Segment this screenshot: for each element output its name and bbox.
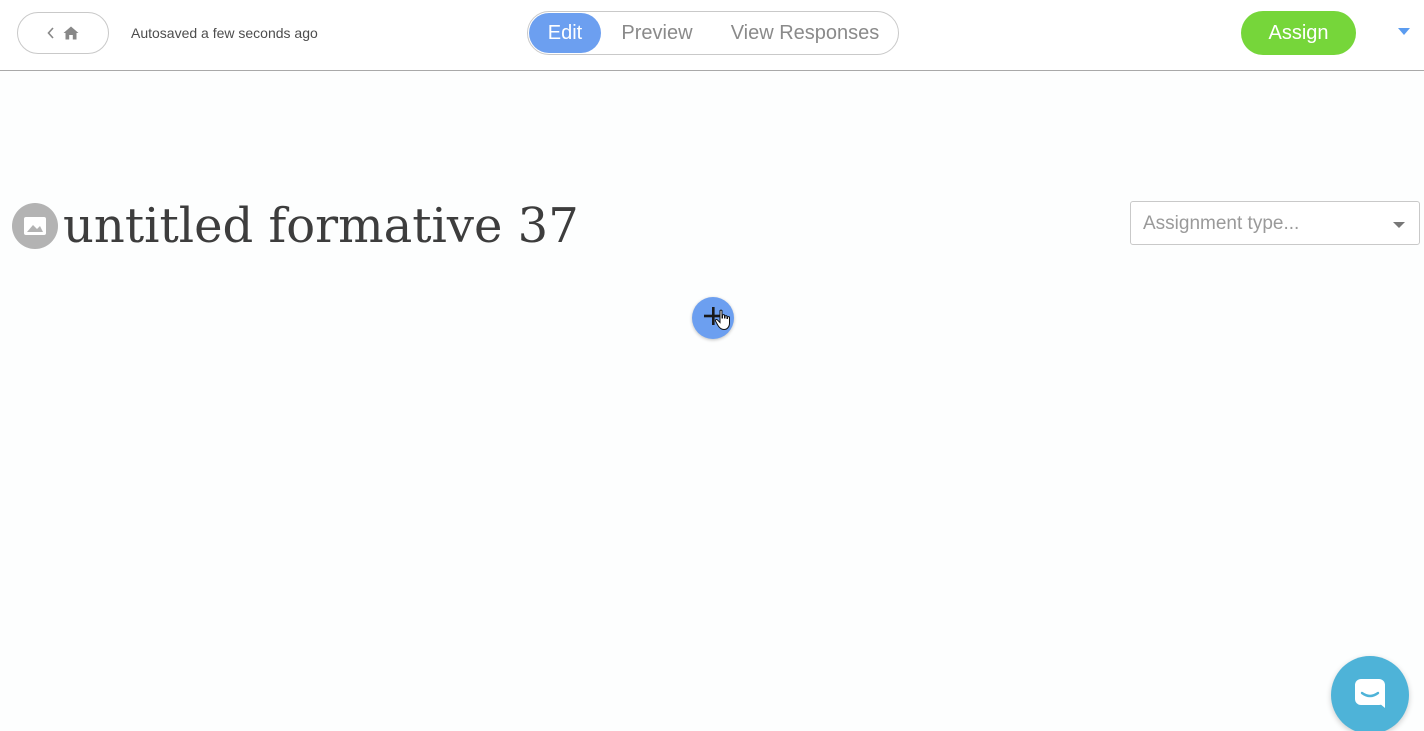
- assignment-type-select[interactable]: Assignment type...: [1130, 201, 1420, 245]
- autosave-status: Autosaved a few seconds ago: [131, 25, 318, 41]
- image-icon[interactable]: [12, 203, 58, 249]
- chevron-left-icon: [47, 27, 55, 39]
- home-icon: [63, 26, 79, 40]
- tab-preview[interactable]: Preview: [601, 13, 713, 53]
- assign-button[interactable]: Assign: [1241, 11, 1356, 55]
- page-title[interactable]: untitled formative 37: [63, 196, 579, 256]
- caret-down-icon[interactable]: [1398, 28, 1410, 35]
- chat-launcher-button[interactable]: [1331, 656, 1409, 731]
- chat-icon: [1353, 677, 1387, 714]
- mode-tabs: Edit Preview View Responses: [527, 11, 899, 55]
- back-home-button[interactable]: [17, 12, 109, 54]
- assignment-type-placeholder: Assignment type...: [1143, 213, 1300, 234]
- chevron-down-icon: [1393, 222, 1405, 228]
- top-bar: Autosaved a few seconds ago Edit Preview…: [0, 0, 1424, 71]
- app: Autosaved a few seconds ago Edit Preview…: [0, 0, 1424, 731]
- hand-cursor-icon: [714, 309, 734, 336]
- tab-view-responses[interactable]: View Responses: [713, 13, 897, 53]
- tab-edit[interactable]: Edit: [529, 13, 601, 53]
